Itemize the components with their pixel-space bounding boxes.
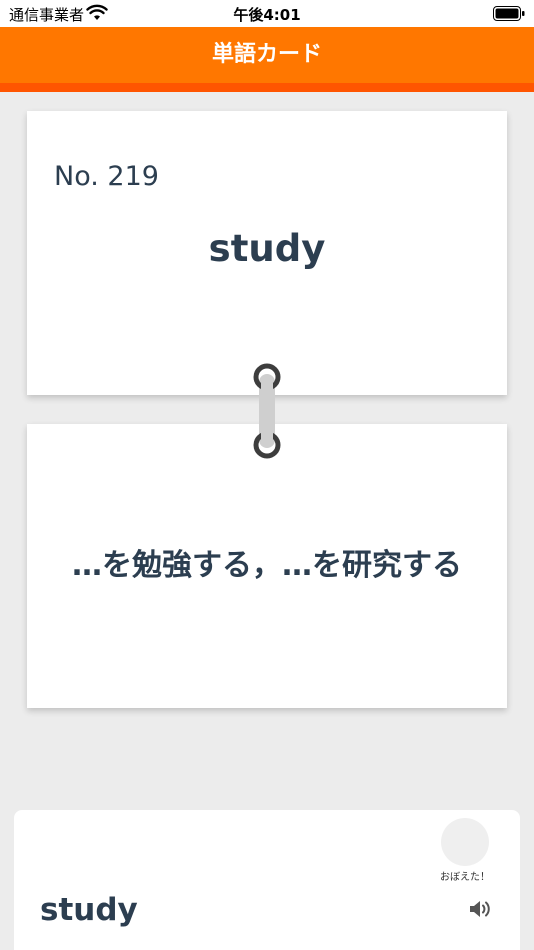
card-number: No. 219: [54, 161, 159, 192]
binder-ring-icon: [253, 363, 281, 459]
panel-word: study: [40, 892, 138, 928]
card-word: study: [208, 227, 326, 270]
navigation-bar: 単語カード: [0, 27, 534, 83]
word-panel: おぼえた！ study: [14, 810, 520, 950]
memorized-button[interactable]: [441, 818, 489, 866]
flashcard-front[interactable]: No. 219 study: [27, 111, 507, 395]
status-time: 午後4:01: [233, 6, 301, 24]
flashcard-back[interactable]: …を勉強する，…を研究する: [27, 424, 507, 708]
battery-icon: [493, 6, 525, 21]
status-bar: 通信事業者 午後4:01: [0, 0, 534, 27]
speaker-icon[interactable]: [468, 898, 492, 920]
card-meaning: …を勉強する，…を研究する: [72, 548, 462, 583]
nav-underline: [0, 83, 534, 92]
memorized-label: おぼえた！: [440, 872, 490, 883]
page-title: 単語カード: [211, 42, 322, 67]
